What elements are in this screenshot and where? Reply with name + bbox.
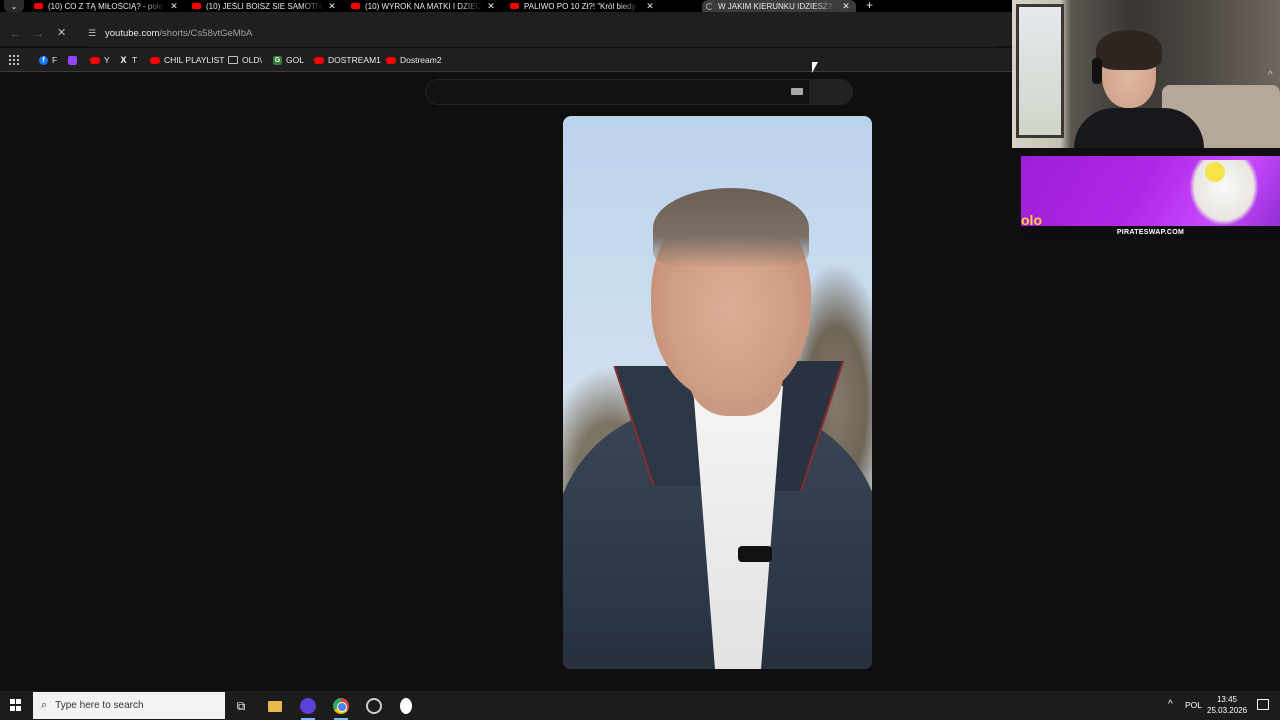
tab-search-button[interactable]: ⌄ — [4, 0, 24, 12]
tab-2[interactable]: (10) JEŚLI BOISZ SIE SAMOTNO ✕ — [188, 0, 342, 12]
folder-icon — [268, 700, 282, 712]
bookmark-dostream2[interactable]: Dostream2 — [386, 53, 442, 67]
youtube-favicon-icon — [351, 3, 360, 9]
app-icon — [366, 698, 382, 714]
taskbar-app-button[interactable] — [298, 696, 318, 720]
tab-close-icon[interactable]: ✕ — [840, 1, 852, 12]
task-view-button[interactable]: ⧉ — [231, 696, 251, 716]
app-icon — [300, 698, 316, 714]
tab-title: (10) JEŚLI BOISZ SIE SAMOTNO — [206, 1, 324, 11]
tab-close-icon[interactable]: ✕ — [326, 1, 338, 12]
twitch-icon — [68, 55, 77, 65]
bookmark-gol[interactable]: G GOL — [273, 53, 304, 67]
keyboard-icon[interactable] — [791, 88, 803, 95]
shorts-video-player[interactable] — [563, 116, 872, 669]
chrome-icon — [333, 698, 349, 714]
youtube-icon — [314, 56, 324, 64]
taskbar-app3-button[interactable] — [396, 696, 416, 716]
tab-close-icon[interactable]: ✕ — [644, 1, 656, 12]
tray-date: 25.03.2026 — [1207, 706, 1248, 715]
tray-time: 13:45 — [1216, 695, 1238, 704]
tab-title: PALIWO PO 10 Zł?! "Król biedy — [524, 1, 636, 11]
site-settings-icon[interactable]: ☰ — [88, 28, 96, 39]
search-icon: ⌕ — [41, 699, 48, 711]
bookmark-facebook[interactable]: fF — [39, 53, 57, 67]
notification-icon[interactable] — [1257, 699, 1269, 710]
app-icon — [400, 698, 412, 714]
apps-grid-icon[interactable] — [9, 55, 19, 65]
video-person-hair — [653, 188, 809, 268]
youtube-icon — [90, 56, 100, 64]
bookmark-chil-playlist[interactable]: CHIL PLAYLIST — [150, 53, 224, 67]
chevron-down-icon: ⌄ — [10, 1, 18, 11]
youtube-search-input[interactable] — [425, 79, 810, 105]
youtube-icon — [386, 56, 396, 64]
sponsor-banner: olo PIRATESWAP.COM — [1021, 156, 1280, 238]
tab-5-active[interactable]: W JAKIM KIERUNKU IDZIESZ? - ✕ — [702, 0, 856, 12]
webcam-person-hair — [1096, 30, 1162, 70]
youtube-favicon-icon — [510, 3, 519, 9]
tab-title: (10) CO Z TĄ MIŁOŚCIĄ? - pole — [48, 1, 163, 11]
tray-language[interactable]: POL — [1185, 700, 1202, 710]
tab-strip: ⌄ (10) CO Z TĄ MIŁOŚCIĄ? - pole ✕ (10) J… — [0, 0, 1012, 12]
forward-arrow-icon[interactable]: → — [33, 28, 44, 40]
banner-coin-icon — [1205, 162, 1225, 182]
webcam-person — [1074, 20, 1204, 148]
headset-icon — [1092, 58, 1102, 84]
task-view-icon: ⧉ — [236, 698, 246, 713]
url-path: /shorts/Cs58vtGeMbA — [159, 28, 253, 39]
youtube-icon — [150, 56, 160, 64]
bookmark-twitch[interactable] — [68, 53, 81, 67]
youtube-favicon-icon — [34, 3, 43, 9]
tray-clock[interactable]: 13:45 25.03.2026 — [1207, 694, 1247, 716]
bookmark-dostream1[interactable]: DOSTREAM1 — [314, 53, 381, 67]
tab-1[interactable]: (10) CO Z TĄ MIŁOŚCIĄ? - pole ✕ — [30, 0, 184, 12]
tray-chevron-up-icon[interactable]: ^ — [1168, 699, 1173, 710]
bookmarks-bar: fF Y XT CHIL PLAYLIST OLD\ G GOL DOSTREAM… — [0, 48, 1012, 72]
banner-site-text: PIRATESWAP.COM — [1116, 228, 1185, 236]
streamer-webcam — [1012, 0, 1280, 148]
banner-site-strip: PIRATESWAP.COM — [1021, 226, 1280, 238]
tab-4[interactable]: PALIWO PO 10 Zł?! "Król biedy ✕ — [506, 0, 660, 12]
webcam-person-body — [1074, 108, 1204, 148]
back-arrow-icon[interactable]: ← — [10, 28, 21, 40]
webcam-caret-icon: ^ — [1268, 70, 1273, 81]
taskbar-search-box[interactable]: ⌕ Type here to search — [33, 692, 225, 719]
youtube-favicon-icon — [192, 3, 201, 9]
video-lapel-mic — [738, 546, 772, 562]
url-host: youtube.com — [105, 28, 160, 39]
tab-title: W JAKIM KIERUNKU IDZIESZ? - — [718, 1, 838, 11]
tab-3[interactable]: (10) WYROK NA MATKI I DZIEC ✕ — [347, 0, 501, 12]
loading-favicon-icon — [706, 2, 713, 10]
bookmark-folder-old[interactable]: OLD\ — [228, 53, 262, 67]
taskbar-search-placeholder: Type here to search — [55, 700, 144, 711]
bookmark-x[interactable]: XT — [119, 53, 137, 67]
folder-icon — [228, 56, 238, 64]
taskbar-app2-button[interactable] — [364, 696, 384, 716]
url-text[interactable]: youtube.com/shorts/Cs58vtGeMbA — [105, 28, 252, 39]
file-explorer-button[interactable] — [265, 696, 285, 716]
mouse-cursor-icon — [811, 61, 819, 74]
x-icon: X — [120, 55, 127, 65]
chrome-taskbar-button[interactable] — [331, 696, 351, 720]
windows-start-icon[interactable] — [10, 699, 22, 711]
windows-taskbar: ⌕ Type here to search ⧉ ^ POL 13:45 25.0… — [0, 691, 1280, 720]
bookmark-youtube[interactable]: Y — [90, 53, 110, 67]
webcam-window — [1016, 4, 1064, 138]
tab-title: (10) WYROK NA MATKI I DZIEC — [365, 1, 482, 11]
new-tab-button[interactable]: + — [866, 0, 873, 12]
gol-icon: G — [273, 55, 282, 65]
tab-close-icon[interactable]: ✕ — [485, 1, 497, 12]
facebook-icon: f — [39, 55, 48, 65]
youtube-search-button[interactable] — [810, 79, 853, 105]
tab-close-icon[interactable]: ✕ — [168, 1, 180, 12]
loading-stop-icon[interactable]: ✕ — [57, 28, 67, 39]
